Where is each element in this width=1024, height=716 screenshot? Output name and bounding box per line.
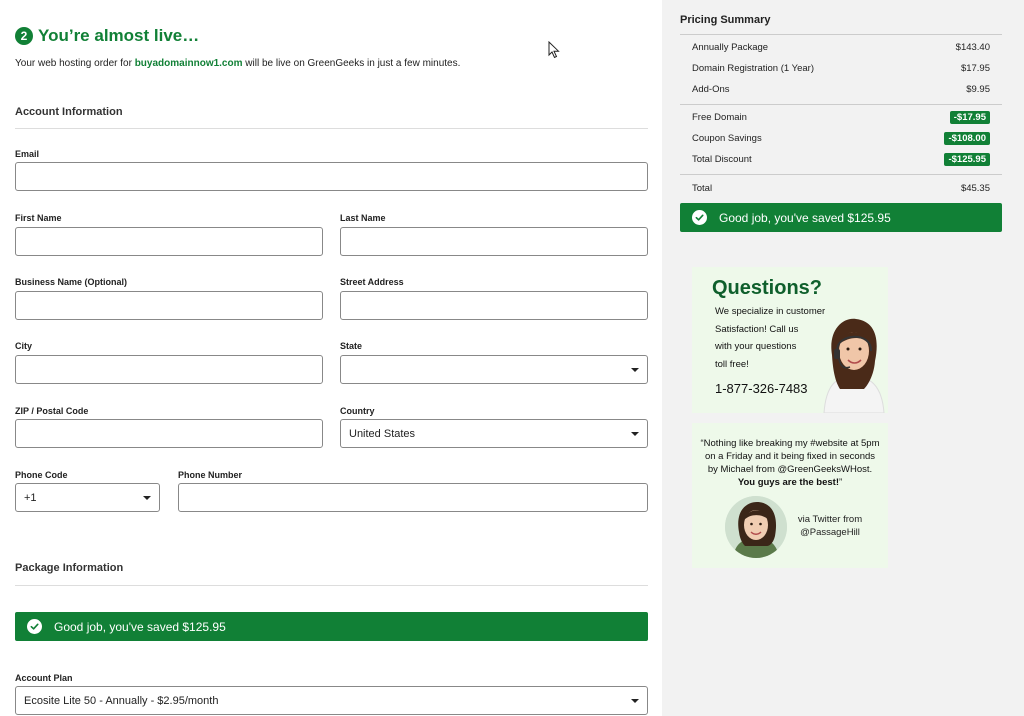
subtitle-prefix: Your web hosting order for [15,58,135,69]
package-section-title: Package Information [15,562,124,574]
discount-row-label: Total Discount [692,154,752,165]
phone-code-select[interactable]: +1 [15,483,160,512]
quote-line: on a Friday and it being fixed in second… [704,451,876,462]
email-field[interactable] [15,162,648,191]
pricing-row-value: $143.40 [955,42,990,53]
last-name-field[interactable] [340,227,648,256]
support-phone: 1-877-326-7483 [715,381,808,396]
chevron-down-icon [631,431,639,436]
page-subtitle: Your web hosting order for buyadomainnow… [15,58,460,69]
testimonial-card: “Nothing like breaking my #website at 5p… [692,423,888,568]
zip-field[interactable] [15,419,323,448]
pricing-divider-top [680,34,1002,35]
country-select-value: United States [349,427,416,440]
pricing-total-row: Total $45.35 [692,183,990,194]
phone-number-field[interactable] [178,483,648,512]
page-header: 2 You’re almost live… [15,26,199,46]
discount-badge: -$125.95 [944,153,990,166]
state-label: State [340,341,363,351]
last-name-label: Last Name [340,213,386,223]
checkout-main: 2 You’re almost live… Your web hosting o… [0,0,662,716]
pricing-total-label: Total [692,183,713,194]
discount-badge: -$108.00 [944,132,990,145]
pricing-divider-bottom [680,174,1002,175]
package-savings-banner: Good job, you've saved $125.95 [15,612,648,641]
package-savings-text: Good job, you've saved $125.95 [54,619,226,634]
phone-code-label: Phone Code [15,470,68,480]
account-plan-label: Account Plan [15,673,73,683]
summary-savings-text: Good job, you've saved $125.95 [719,210,891,225]
questions-line: toll free! [715,358,749,370]
pricing-total-value: $45.35 [960,183,990,194]
support-agent-icon [823,318,885,413]
account-plan-value: Ecosite Lite 50 - Annually - $2.95/month [24,694,219,707]
testimonial-source: via Twitter from @PassageHill [792,513,868,539]
pricing-row: Domain Registration (1 Year) $17.95 [692,63,990,74]
via-line: @PassageHill [800,527,860,538]
country-label: Country [340,406,375,416]
discount-row: Coupon Savings -$108.00 [692,132,990,145]
questions-line: Satisfaction! Call us [715,323,799,335]
discount-row-label: Coupon Savings [692,133,762,144]
page-title: You’re almost live… [38,26,200,45]
phone-code-value: +1 [24,491,37,504]
pricing-row-value: $9.95 [966,84,990,95]
chevron-down-icon [631,698,639,703]
questions-line: We specialize in customer [715,306,826,317]
country-select[interactable]: United States [340,419,648,448]
city-field[interactable] [15,355,323,384]
street-address-label: Street Address [340,277,404,287]
subtitle-domain: buyadomainnow1.com [134,58,243,69]
pricing-divider-middle [680,104,1002,105]
quote-line: by Michael from @GreenGeeksWHost. [707,464,873,475]
quote-bold: You guys are the best! [737,477,839,488]
quote-end: ” [839,477,843,488]
pricing-row-label: Annually Package [692,42,769,53]
questions-line: with your questions [715,341,797,352]
email-label: Email [15,149,40,159]
summary-savings-banner: Good job, you've saved $125.95 [680,203,1002,232]
account-plan-select[interactable]: Ecosite Lite 50 - Annually - $2.95/month [15,686,648,715]
package-divider [15,585,648,586]
phone-number-label: Phone Number [178,470,243,480]
check-circle-icon [27,619,42,634]
checkout-page: 2 You’re almost live… Your web hosting o… [0,0,1024,716]
subtitle-suffix: will be live on GreenGeeks in just a few… [242,58,461,69]
street-address-field[interactable] [340,291,648,320]
state-select[interactable] [340,355,648,384]
discount-row: Free Domain -$17.95 [692,111,990,124]
business-name-label: Business Name (Optional) [15,277,128,287]
discount-row-label: Free Domain [692,112,747,123]
pricing-row-label: Add-Ons [692,84,730,95]
questions-banner[interactable]: Questions? We specialize in customer Sat… [692,267,888,413]
zip-label: ZIP / Postal Code [15,406,89,416]
pricing-summary-title: Pricing Summary [680,14,771,26]
pricing-row-value: $17.95 [960,63,990,74]
discount-badge: -$17.95 [949,111,990,124]
pricing-row: Add-Ons $9.95 [692,84,990,95]
city-label: City [15,341,33,351]
business-name-field[interactable] [15,291,323,320]
questions-title: Questions? [712,277,823,299]
questions-text: We specialize in customer Satisfaction! … [715,303,827,373]
pricing-row-label: Domain Registration (1 Year) [692,63,814,74]
testimonial-quote: “Nothing like breaking my #website at 5p… [696,437,884,489]
step-badge: 2 [15,27,33,45]
check-circle-icon [692,210,707,225]
account-divider [15,128,648,129]
first-name-label: First Name [15,213,62,223]
first-name-field[interactable] [15,227,323,256]
discount-row: Total Discount -$125.95 [692,153,990,166]
account-section-title: Account Information [15,106,123,118]
mouse-cursor-icon [548,41,560,59]
chevron-down-icon [143,495,151,500]
pricing-row: Annually Package $143.40 [692,42,990,53]
via-line: via Twitter from [797,514,863,525]
avatar [725,496,787,558]
quote-line: “Nothing like breaking my #website at 5p… [700,438,880,449]
user-portrait-icon [725,496,787,558]
chevron-down-icon [631,367,639,372]
quote-line: You guys are the best!” [696,476,884,489]
